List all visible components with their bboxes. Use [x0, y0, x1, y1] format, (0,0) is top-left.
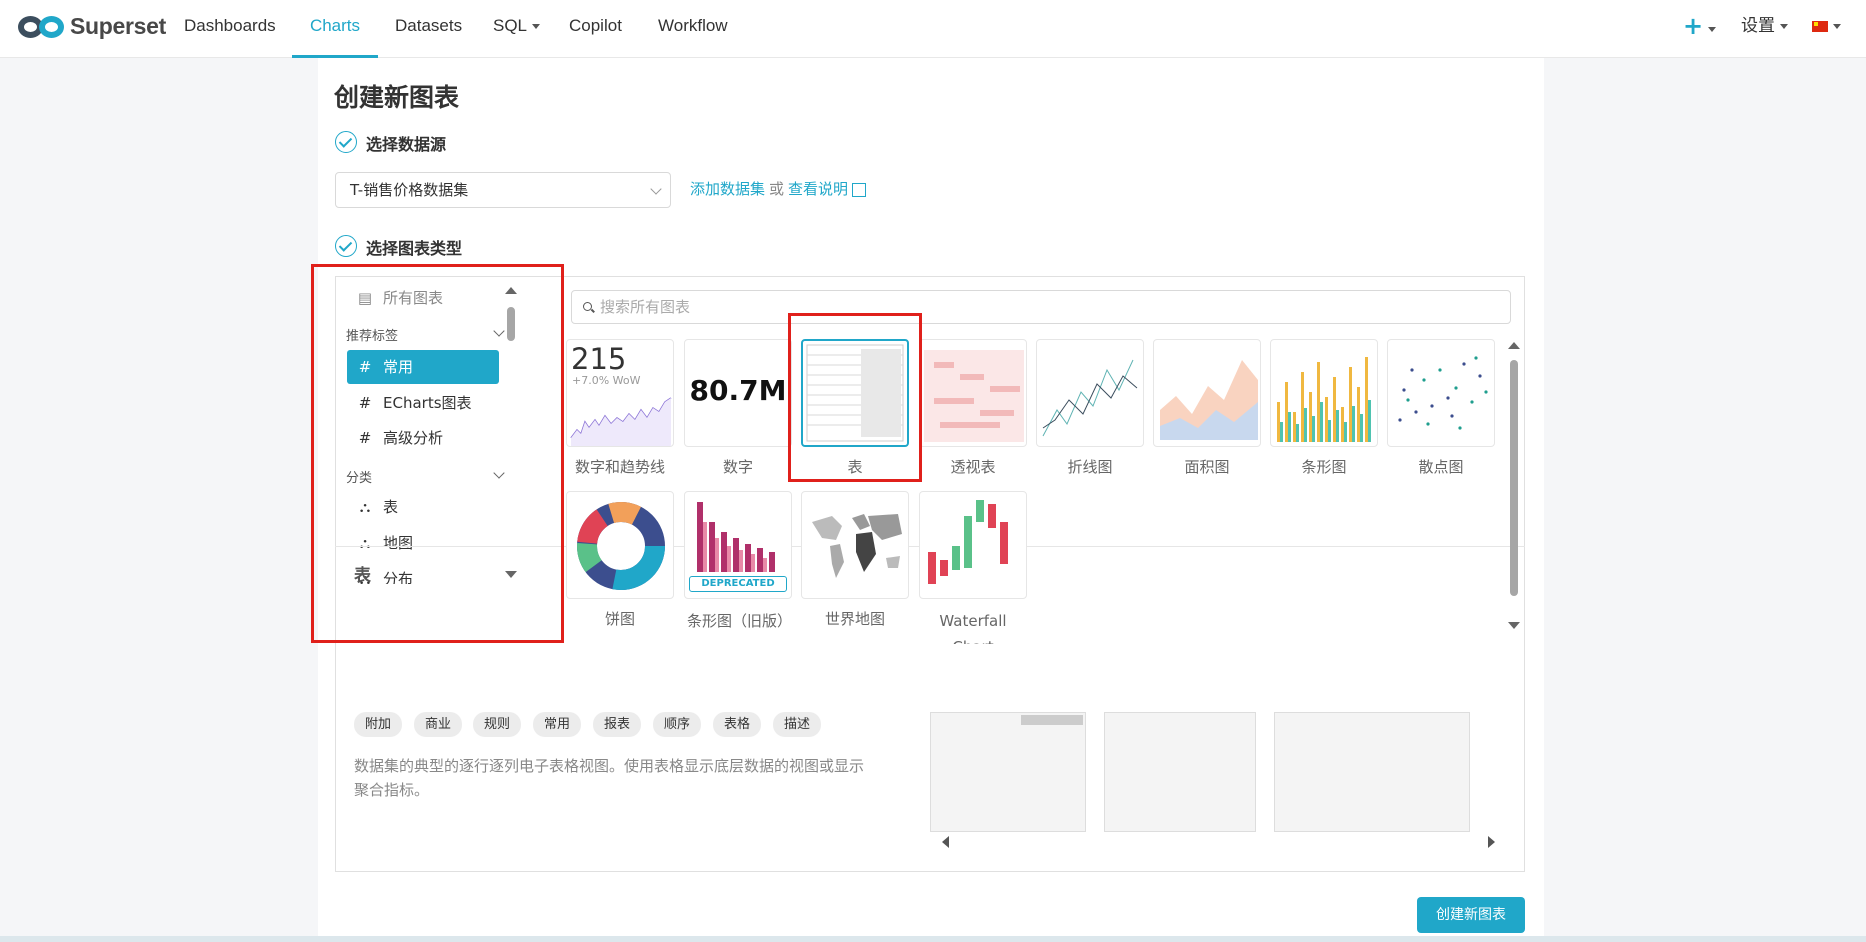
area-chart-thumbnail	[1160, 360, 1258, 440]
example-image[interactable]	[1274, 712, 1470, 832]
chart-tile-big-number-trend[interactable]: 215 +7.0% WoW	[566, 339, 674, 447]
trendline-thumbnail	[570, 397, 672, 446]
tag[interactable]: 商业	[414, 712, 463, 737]
new-menu[interactable]: +	[1683, 0, 1717, 52]
create-chart-button[interactable]: 创建新图表	[1417, 897, 1525, 933]
tag[interactable]: 附加	[354, 712, 403, 737]
nav-copilot[interactable]: Copilot	[569, 0, 622, 58]
carousel-next-icon[interactable]	[1488, 836, 1495, 848]
tag[interactable]: 常用	[533, 712, 582, 737]
chevron-down-icon	[532, 24, 541, 30]
tag[interactable]: 规则	[473, 712, 522, 737]
view-docs-link[interactable]: 查看说明	[788, 180, 848, 198]
tag[interactable]: 报表	[593, 712, 642, 737]
chart-tile-line[interactable]	[1036, 339, 1144, 447]
chart-tile-big-number[interactable]: 80.7M	[684, 339, 792, 447]
nav-dashboards[interactable]: Dashboards	[184, 0, 276, 58]
search-icon	[583, 302, 592, 311]
chart-tile-label: 世界地图	[824, 610, 885, 628]
chart-tile-label: 面积图	[1184, 458, 1230, 476]
chart-search-input[interactable]: 搜索所有图表	[571, 290, 1511, 324]
chart-tile-pie[interactable]	[566, 491, 674, 599]
chart-tile-label: 数字和趋势线	[574, 458, 665, 476]
world-map-thumbnail	[812, 514, 902, 578]
chart-tile-bar[interactable]	[1270, 339, 1378, 447]
dataset-select[interactable]: T-销售价格数据集	[335, 172, 671, 208]
scroll-up-icon[interactable]	[1508, 342, 1520, 349]
chart-tile-label: 数字	[722, 458, 753, 476]
add-dataset-link[interactable]: 添加数据集	[690, 180, 765, 198]
highlight-box	[311, 264, 564, 643]
chart-tile-waterfall[interactable]	[919, 491, 1027, 599]
or-text: 或	[769, 180, 785, 198]
settings-label: 设置	[1741, 16, 1775, 36]
nav-sql[interactable]: SQL	[493, 0, 541, 58]
example-image[interactable]	[930, 712, 1086, 832]
superset-logo-icon	[18, 14, 66, 40]
nav-charts[interactable]: Charts	[292, 0, 378, 58]
scroll-thumb[interactable]	[1510, 360, 1518, 596]
language-menu[interactable]	[1812, 0, 1841, 52]
chart-description: 数据集的典型的逐行逐列电子表格视图。使用表格显示底层数据的视图或显示聚合指标。	[354, 757, 865, 799]
highlight-box	[788, 313, 922, 482]
chart-tile-bar-legacy[interactable]: DEPRECATED	[684, 491, 792, 599]
bar-chart-thumbnail	[1277, 357, 1371, 442]
chevron-down-icon	[1780, 23, 1788, 29]
external-link-icon[interactable]	[852, 182, 867, 197]
carousel-prev-icon[interactable]	[942, 836, 949, 848]
chevron-down-icon	[650, 183, 662, 195]
bar-legacy-thumbnail	[697, 502, 775, 572]
top-navbar: Superset Dashboards Charts Datasets SQL …	[0, 0, 1866, 58]
chevron-down-icon	[1708, 26, 1717, 32]
nav-datasets[interactable]: Datasets	[395, 0, 462, 58]
chart-tile-area[interactable]	[1153, 339, 1261, 447]
big-number-value: 215	[571, 342, 627, 376]
big-number-value: 80.7M	[689, 374, 787, 407]
nav-sql-label: SQL	[493, 16, 528, 35]
dataset-select-value: T-销售价格数据集	[350, 181, 469, 199]
line-chart-thumbnail	[1042, 359, 1138, 437]
superset-logo[interactable]: Superset	[18, 13, 166, 40]
plus-icon: +	[1683, 12, 1704, 40]
nav-workflow[interactable]: Workflow	[658, 0, 728, 58]
pivot-thumbnail	[924, 350, 1024, 442]
example-image[interactable]	[1104, 712, 1256, 832]
chart-tile-label: 条形图（旧版）	[687, 612, 793, 630]
scatter-chart-thumbnail	[1398, 356, 1488, 430]
chevron-down-icon	[1833, 23, 1841, 29]
pie-chart-thumbnail	[577, 502, 665, 590]
tag[interactable]: 表格	[713, 712, 762, 737]
chart-tile-label: 折线图	[1067, 458, 1113, 476]
deprecated-badge: DEPRECATED	[689, 576, 787, 592]
chart-tile-pivot[interactable]	[919, 339, 1027, 447]
step-choose-datasource: 选择数据源	[366, 135, 447, 154]
chart-tile-scatter[interactable]	[1387, 339, 1495, 447]
example-bar	[1021, 715, 1083, 725]
app-name: Superset	[70, 13, 167, 39]
chart-tile-label: 条形图	[1301, 458, 1347, 476]
gallery-scrollbar[interactable]	[1508, 340, 1520, 634]
chart-tile-label: Waterfall Chart	[939, 612, 1007, 644]
chart-tile-world-map[interactable]	[801, 491, 909, 599]
china-flag-icon	[1812, 20, 1828, 32]
scroll-down-icon[interactable]	[1508, 622, 1520, 629]
waterfall-thumbnail	[928, 500, 1008, 584]
step-complete-icon	[335, 235, 357, 257]
tag[interactable]: 顺序	[653, 712, 702, 737]
page-title: 创建新图表	[334, 83, 460, 112]
settings-menu[interactable]: 设置	[1741, 0, 1788, 52]
chart-tile-label: 饼图	[604, 610, 635, 628]
chart-tile-label: 透视表	[950, 458, 996, 476]
big-number-sub: +7.0% WoW	[572, 374, 641, 387]
chart-tile-label: 散点图	[1418, 458, 1464, 476]
tag[interactable]: 描述	[773, 712, 822, 737]
step-choose-chart-type: 选择图表类型	[366, 239, 463, 258]
step-complete-icon	[335, 131, 357, 153]
search-placeholder: 搜索所有图表	[600, 298, 691, 316]
bottom-scrollbar	[0, 936, 1866, 942]
dataset-links: 添加数据集或查看说明	[690, 178, 867, 199]
